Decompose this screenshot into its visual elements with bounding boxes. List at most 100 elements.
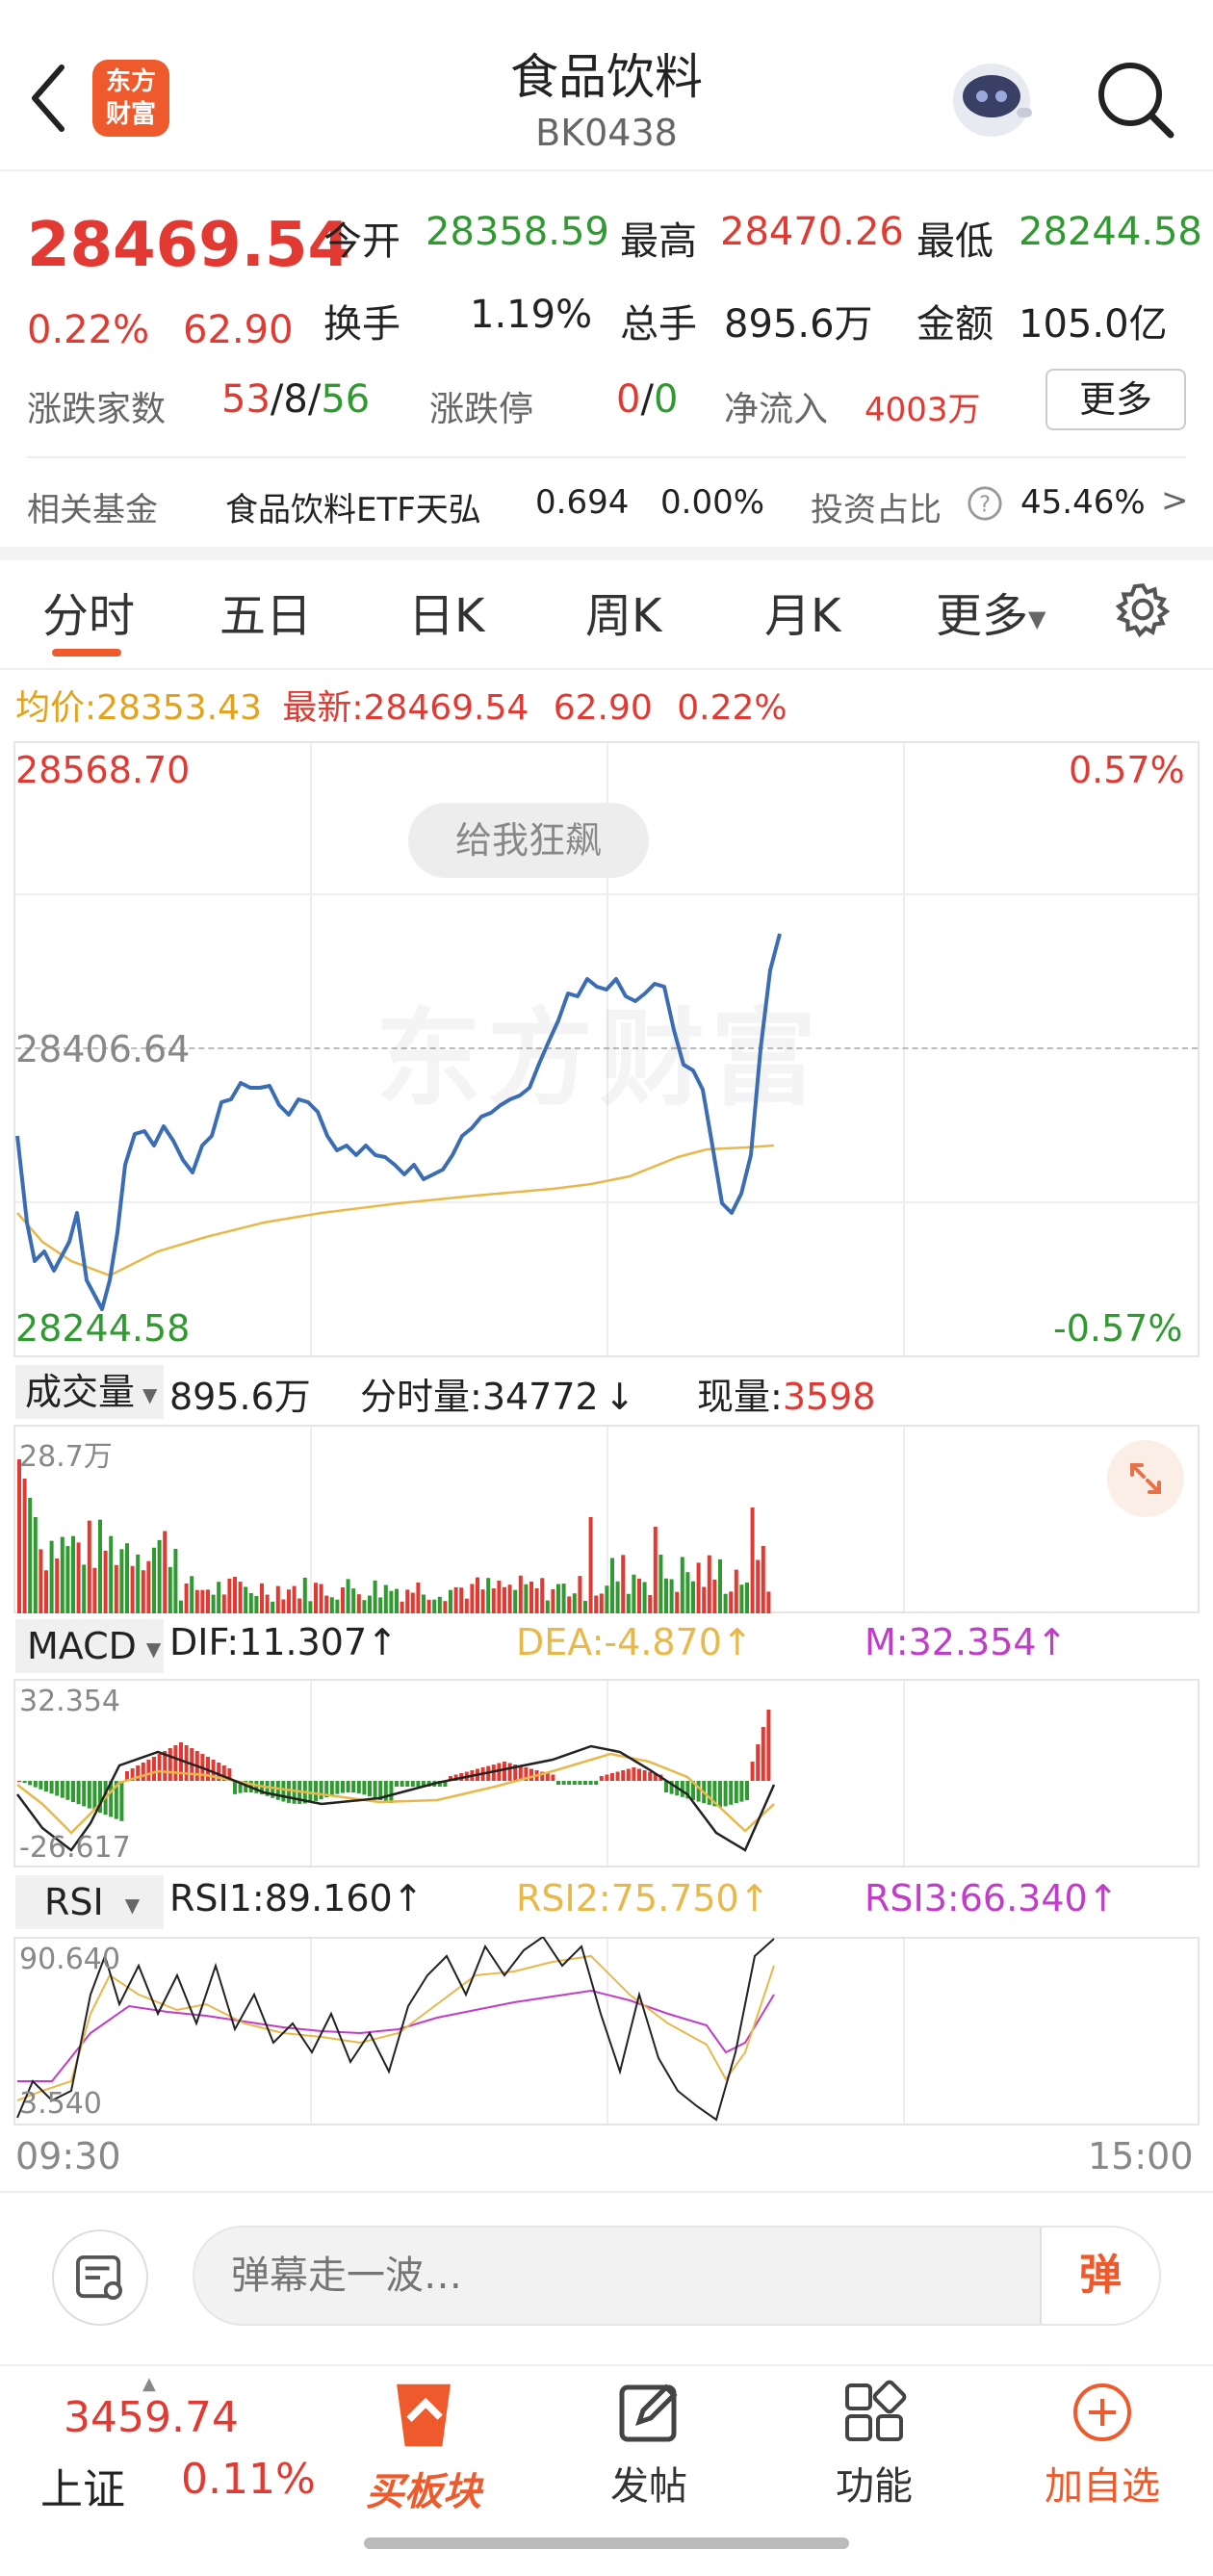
macd-bar [756, 1744, 761, 1781]
volume-bar [211, 1594, 216, 1613]
volume-bar [125, 1543, 129, 1613]
danmu-send-button[interactable]: 弹 [1040, 2228, 1159, 2324]
price-axis-min: 28244.58 [15, 1307, 191, 1350]
volume-bar [680, 1557, 684, 1613]
last-pct: 0.22% [677, 688, 787, 728]
volume-bar [567, 1596, 572, 1613]
volume-bar [227, 1578, 232, 1613]
macd-bar [356, 1781, 361, 1793]
post-button[interactable]: 发帖 [574, 2374, 724, 2518]
expand-chart-button[interactable] [1107, 1440, 1184, 1517]
volume-bar [561, 1584, 566, 1613]
tab-weekly-k[interactable]: 周K [585, 578, 661, 645]
tab-five-day[interactable]: 五日 [219, 578, 312, 645]
volume-selector[interactable]: 成交量 ▼ [15, 1365, 164, 1419]
minute-volume-label: 分时量: [360, 1376, 482, 1418]
macd-bar [373, 1781, 377, 1799]
volume-bar [329, 1597, 334, 1613]
volume-bar [308, 1601, 313, 1613]
volume-bar [653, 1527, 658, 1613]
settings-gear-icon[interactable] [1113, 580, 1173, 639]
tab-intraday[interactable]: 分时 [42, 578, 135, 645]
caret-down-icon: ▼ [124, 1893, 141, 1917]
macd-bar [621, 1770, 626, 1781]
tab-daily-k[interactable]: 日K [408, 578, 484, 645]
fund-name: 食品饮料ETF天弘 [225, 491, 481, 529]
macd-bar [410, 1781, 415, 1787]
current-volume-value: 3598 [782, 1376, 876, 1418]
rsi-selector[interactable]: RSI ▼ [15, 1875, 164, 1929]
macd-selector[interactable]: MACD ▼ [15, 1619, 164, 1673]
help-icon[interactable]: ? [967, 485, 1003, 522]
volume-bar [200, 1589, 205, 1613]
rsi-lines [16, 1937, 775, 2122]
rsi-selector-label: RSI [44, 1881, 104, 1923]
search-icon[interactable] [1094, 58, 1176, 141]
volume-label: 总手 [620, 302, 697, 347]
volume-bar [141, 1570, 145, 1613]
tab-monthly-k[interactable]: 月K [764, 578, 840, 645]
index-pct: 0.11% [181, 2455, 316, 2504]
macd-m: M:32.354↑ [865, 1621, 1067, 1663]
volume-bar [146, 1560, 151, 1613]
volume-bar [168, 1566, 172, 1613]
volume-bar [664, 1578, 668, 1613]
macd-bar [22, 1781, 27, 1784]
volume-bar [76, 1542, 81, 1613]
tab-more[interactable]: 更多▼ [936, 578, 1045, 645]
macd-bar [551, 1774, 555, 1781]
buy-sector-button[interactable]: 买板块 [347, 2374, 501, 2518]
macd-dif-value: DIF:11.307 [169, 1621, 368, 1663]
function-button[interactable]: 功能 [799, 2374, 949, 2518]
dif-line [15, 1744, 776, 1852]
volume-bar [540, 1578, 545, 1613]
danmu-button-label: 弹 [1079, 2251, 1122, 2300]
macd-bar [362, 1781, 367, 1795]
volume-bar [395, 1588, 399, 1613]
comment-list-button[interactable] [52, 2229, 148, 2326]
invest-ratio-label: 投资占比 [811, 491, 942, 529]
change-pct: 0.22% [27, 308, 150, 352]
low-label: 最低 [916, 219, 994, 264]
macd-bar [583, 1781, 587, 1785]
volume-bar [368, 1595, 372, 1613]
boost-button[interactable]: 给我狂飙 [408, 803, 649, 878]
volume-bar [275, 1585, 280, 1613]
volume-bar [346, 1579, 350, 1613]
volume-scale: 28.7万 [19, 1440, 113, 1474]
danmu-input[interactable] [231, 2237, 1020, 2314]
last-label: 最新: [282, 688, 364, 728]
volume-bar [92, 1567, 97, 1613]
divider [0, 2191, 1213, 2193]
macd-bar [319, 1781, 323, 1800]
volume-bar [486, 1578, 491, 1613]
volume-bar [610, 1558, 614, 1613]
buy-sector-label: 买板块 [366, 2470, 481, 2514]
volume-bar [507, 1584, 512, 1613]
macd-bar [561, 1781, 566, 1785]
volume-bar [351, 1588, 356, 1613]
edit-post-icon [619, 2383, 678, 2442]
volume-bar [22, 1479, 27, 1613]
pct-axis-min: -0.57% [1053, 1307, 1183, 1350]
macd-axis-max: 32.354 [19, 1685, 120, 1718]
breadth-label: 涨跌家数 [27, 390, 167, 429]
index-ticker[interactable]: ▲ 3459.74 上证 0.11% [27, 2374, 316, 2518]
down-arrow-icon: ↓ [604, 1376, 635, 1418]
volume-bar [302, 1577, 307, 1613]
price-axis-mid: 28406.64 [15, 1028, 191, 1070]
macd-bar [281, 1781, 286, 1802]
add-watchlist-button[interactable]: 加自选 [1020, 2374, 1184, 2518]
more-stats-button[interactable]: 更多 [1045, 369, 1186, 430]
rsi-axis-min: 3.540 [19, 2087, 102, 2121]
volume-bar [362, 1600, 367, 1613]
volume-bar [179, 1600, 183, 1613]
macd-bar [254, 1781, 259, 1793]
macd-bar [141, 1763, 145, 1781]
volume-bar [750, 1507, 755, 1613]
minute-volume-value: 34772 [481, 1376, 599, 1418]
time-axis-start: 09:30 [15, 2135, 121, 2177]
macd-bar [696, 1781, 701, 1802]
robot-assistant-icon[interactable] [943, 54, 1040, 146]
volume-bar [98, 1519, 102, 1613]
